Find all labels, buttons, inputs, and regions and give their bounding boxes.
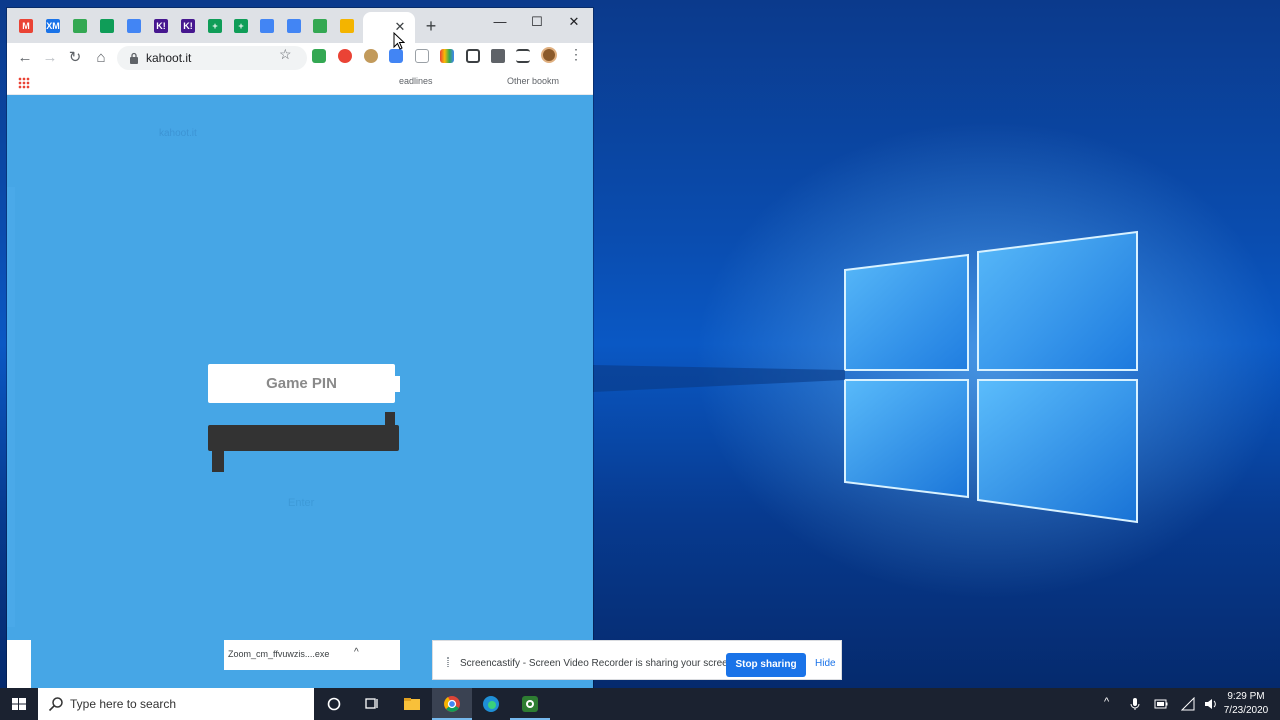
reload-button[interactable]: ↻ [65,48,85,68]
faint-enter-text: Enter [288,497,315,509]
other-bookmarks[interactable]: Other bookm [507,76,559,86]
enter-button[interactable] [208,425,399,451]
extension-icon[interactable] [415,49,429,63]
task-view-icon[interactable] [352,688,392,720]
chrome-window: M XM K! K! + + ✕ + — ☐ ✕ ← → ↻ ⌂ kahoot.it ☆ … [7,8,593,688]
kahoot-page: kahoot.it Game PIN Enter [7,95,593,688]
apps-icon[interactable] [18,77,30,89]
google-drive-icon[interactable] [389,49,403,63]
wifi-icon[interactable] [1181,697,1195,711]
screen-share-banner: Screencastify - Screen Video Recorder is… [432,640,842,680]
file-explorer-icon[interactable] [392,688,432,720]
active-tab[interactable] [363,12,415,43]
chevron-up-icon[interactable]: ^ [354,647,359,658]
extension-icon[interactable] [440,49,454,63]
cortana-icon[interactable] [314,688,354,720]
start-button[interactable] [0,688,38,720]
drag-handle-icon[interactable] [447,657,449,667]
media-queue-icon[interactable] [516,49,530,63]
bookmarks-bar: eadlines Other bookm [7,73,593,95]
page-edge [7,187,15,627]
forward-button[interactable]: → [40,48,60,68]
xm-icon[interactable]: XM [46,19,60,33]
game-pin-input[interactable]: Game PIN [208,364,395,403]
bookmark-item[interactable]: eadlines [399,76,433,86]
ghost-url: kahoot.it [159,128,197,139]
grid-extension-icon[interactable] [466,49,480,63]
clock-time[interactable]: 9:29 PM [1222,691,1270,702]
enter-button-shadow [212,450,224,472]
battery-icon[interactable] [1154,699,1168,709]
mouse-cursor-icon [393,32,405,50]
home-button[interactable]: ⌂ [91,48,111,68]
new-tab-button[interactable]: + [423,17,439,35]
clock-date[interactable]: 7/23/2020 [1222,705,1270,716]
google-sheets-icon[interactable]: + [208,19,222,33]
kahoot-icon[interactable]: K! [154,19,168,33]
edge-icon[interactable] [471,688,511,720]
taskbar-search[interactable]: Type here to search [38,688,314,720]
google-classroom-icon[interactable] [100,19,114,33]
google-docs-icon[interactable] [260,19,274,33]
lock-icon [130,52,138,64]
maximize-button[interactable]: ☐ [520,11,554,33]
taskbar: Type here to search ^ 9:29 PM 7/23/2020 [0,688,1280,720]
kahoot-icon[interactable]: K! [181,19,195,33]
download-filename: Zoom_cm_ffvuwzis....exe [228,649,330,659]
volume-icon[interactable] [1204,697,1218,711]
browser-toolbar: ← → ↻ ⌂ kahoot.it [7,43,593,73]
share-message: Screencastify - Screen Video Recorder is… [460,658,737,669]
slides-icon[interactable] [340,19,354,33]
gmail-icon[interactable]: M [19,19,33,33]
avatar[interactable] [541,47,557,63]
stop-sharing-button[interactable]: Stop sharing [726,653,806,677]
chrome-taskbar-icon[interactable] [432,688,472,720]
extension-icon[interactable] [364,49,378,63]
back-button[interactable]: ← [15,48,35,68]
tab-strip: M XM K! K! + + ✕ + — ☐ ✕ [7,8,593,43]
google-drive-icon[interactable] [73,19,87,33]
hide-button[interactable]: Hide [815,658,836,669]
extension-icon[interactable] [312,49,326,63]
google-docs-icon[interactable] [287,19,301,33]
meet-icon[interactable] [313,19,327,33]
download-item[interactable]: Zoom_cm_ffvuwzis....exe ^ [224,640,400,670]
search-placeholder: Type here to search [70,697,177,711]
screencastify-taskbar-icon[interactable] [510,688,550,720]
microphone-icon[interactable] [1130,697,1140,711]
google-sheets-icon[interactable]: + [234,19,248,33]
minimize-button[interactable]: — [483,11,517,33]
menu-icon[interactable]: ⋮ [569,46,583,63]
tray-chevron-icon[interactable]: ^ [1104,696,1109,708]
bookmark-star-icon[interactable]: ☆ [279,46,292,63]
extension-icon[interactable] [338,49,352,63]
download-bar-edge [7,640,31,688]
url-text: kahoot.it [146,51,192,65]
ghost-overlay: kahoot.it [7,122,593,170]
search-icon [48,697,63,712]
input-edge [395,376,400,392]
close-window-button[interactable]: ✕ [557,11,591,33]
google-docs-icon[interactable] [127,19,141,33]
puzzle-icon[interactable] [491,49,505,63]
